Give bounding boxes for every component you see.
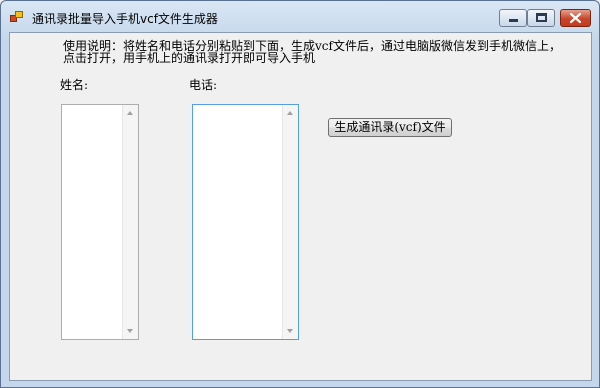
phones-textbox[interactable] bbox=[192, 104, 299, 340]
maximize-button[interactable] bbox=[527, 9, 555, 27]
close-button[interactable] bbox=[560, 9, 591, 27]
scroll-up-arrow-icon[interactable] bbox=[287, 111, 293, 115]
minimize-icon bbox=[509, 19, 518, 22]
phones-scrollbar[interactable] bbox=[282, 105, 298, 339]
app-window: 通讯录批量导入手机vcf文件生成器 使用说明：将姓名和电话分别粘贴到下面，生成v… bbox=[0, 0, 600, 388]
scroll-down-arrow-icon[interactable] bbox=[287, 329, 293, 333]
client-area: 使用说明：将姓名和电话分别粘贴到下面，生成vcf文件后，通过电脑版微信发到手机微… bbox=[9, 32, 592, 381]
close-icon bbox=[569, 12, 582, 24]
window-title: 通讯录批量导入手机vcf文件生成器 bbox=[32, 12, 218, 26]
instructions-line-2: 点击打开，用手机上的通讯录打开即可导入手机 bbox=[63, 51, 316, 65]
names-textbox[interactable] bbox=[61, 104, 139, 340]
scroll-down-arrow-icon[interactable] bbox=[127, 329, 133, 333]
app-icon bbox=[10, 11, 24, 23]
instructions-text: 使用说明：将姓名和电话分别粘贴到下面，生成vcf文件后，通过电脑版微信发到手机微… bbox=[63, 40, 583, 64]
names-scrollbar[interactable] bbox=[122, 105, 138, 339]
minimize-button[interactable] bbox=[499, 9, 527, 27]
name-label: 姓名: bbox=[60, 78, 89, 92]
phone-label: 电话: bbox=[189, 78, 218, 92]
scroll-up-arrow-icon[interactable] bbox=[127, 111, 133, 115]
title-bar[interactable]: 通讯录批量导入手机vcf文件生成器 bbox=[1, 1, 599, 31]
generate-vcf-button[interactable]: 生成通讯录(vcf)文件 bbox=[328, 118, 452, 137]
maximize-icon bbox=[536, 13, 547, 22]
